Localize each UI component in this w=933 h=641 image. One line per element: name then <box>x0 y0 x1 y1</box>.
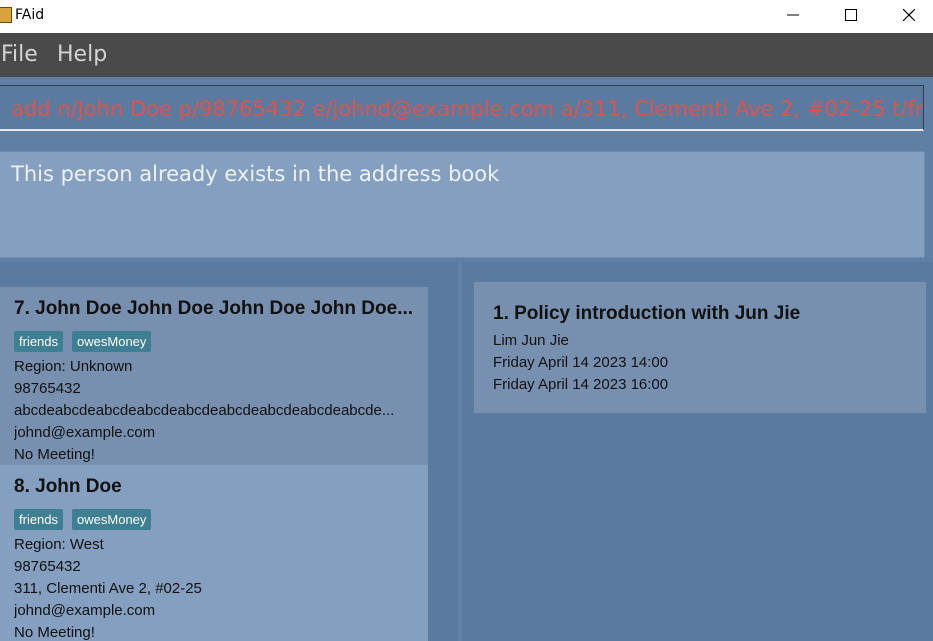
person-region: Region: Unknown <box>14 358 133 375</box>
tag-list: friends owesMoney <box>14 509 152 530</box>
menu-bar: File Help <box>0 33 933 77</box>
command-input-text: add n/John Doe p/98765432 e/johnd@exampl… <box>11 97 924 121</box>
result-display: This person already exists in the addres… <box>0 151 925 258</box>
minimize-button[interactable] <box>770 0 816 30</box>
maximize-button[interactable] <box>828 0 874 30</box>
command-input[interactable]: add n/John Doe p/98765432 e/johnd@exampl… <box>0 85 924 131</box>
person-list[interactable]: 7. John Doe John Doe John Doe John Doe..… <box>0 282 428 641</box>
person-name: 8. John Doe <box>14 476 122 497</box>
person-phone: 98765432 <box>14 380 81 397</box>
person-region: Region: West <box>14 536 104 553</box>
person-address: abcdeabcdeabcdeabcdeabcdeabcdeabcdeabcde… <box>14 402 395 419</box>
person-card[interactable]: 8. John Doe friends owesMoney Region: We… <box>0 465 428 641</box>
app-window: FAid File Help add n/John Doe p/98765432… <box>0 0 933 641</box>
menu-help[interactable]: Help <box>57 42 107 67</box>
tag: owesMoney <box>72 331 152 352</box>
person-name: 7. John Doe John Doe John Doe John Doe..… <box>14 298 414 319</box>
person-meeting: No Meeting! <box>14 624 95 641</box>
tag: owesMoney <box>72 509 152 530</box>
content-panes: 7. John Doe John Doe John Doe John Doe..… <box>0 262 933 641</box>
person-phone: 98765432 <box>14 558 81 575</box>
person-email: johnd@example.com <box>14 424 156 441</box>
title-bar: FAid <box>0 0 933 33</box>
tag: friends <box>14 331 64 352</box>
person-email: johnd@example.com <box>14 602 156 619</box>
minimize-icon <box>787 14 799 16</box>
result-area: This person already exists in the addres… <box>0 142 933 262</box>
command-area: add n/John Doe p/98765432 e/johnd@exampl… <box>0 77 933 142</box>
maximize-icon <box>845 9 857 21</box>
person-address: 311, Clementi Ave 2, #02-25 <box>14 580 202 597</box>
close-icon <box>903 9 915 21</box>
menu-file[interactable]: File <box>1 42 38 67</box>
meeting-title: 1. Policy introduction with Jun Jie <box>493 303 801 324</box>
app-icon <box>0 7 12 23</box>
meeting-end: Friday April 14 2023 16:00 <box>493 376 669 393</box>
person-meeting: No Meeting! <box>14 446 95 463</box>
result-message: This person already exists in the addres… <box>11 162 500 186</box>
meeting-start: Friday April 14 2023 14:00 <box>493 354 669 371</box>
meeting-card[interactable]: 1. Policy introduction with Jun Jie Lim … <box>474 282 926 413</box>
tag-list: friends owesMoney <box>14 331 152 352</box>
meeting-person: Lim Jun Jie <box>493 332 569 349</box>
pane-divider[interactable] <box>458 262 462 641</box>
tag: friends <box>14 509 64 530</box>
close-button[interactable] <box>886 0 932 30</box>
window-title: FAid <box>15 7 45 23</box>
person-card[interactable]: 7. John Doe John Doe John Doe John Doe..… <box>0 287 428 465</box>
